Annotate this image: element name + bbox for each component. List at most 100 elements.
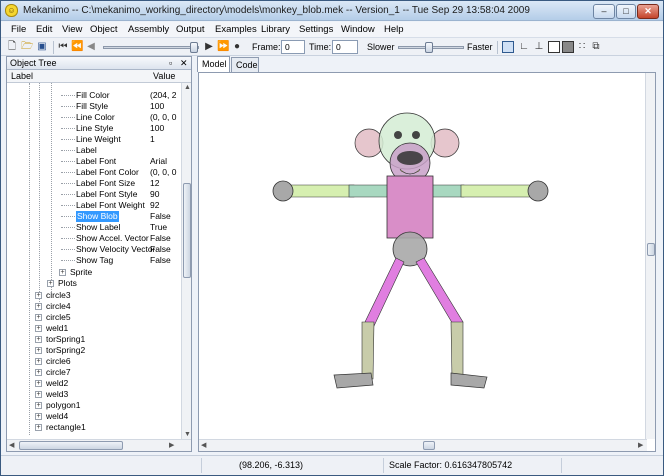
grid-snap-icon[interactable]: [502, 41, 514, 53]
property-value[interactable]: False: [150, 233, 171, 244]
property-row[interactable]: Label Font Color (0, 0, 0: [7, 167, 181, 178]
play-icon[interactable]: ▶: [203, 41, 215, 53]
expand-icon[interactable]: +: [35, 391, 42, 398]
property-row[interactable]: Show Blob False: [7, 211, 181, 222]
title-bar[interactable]: ☺ Mekanimo -- C:\mekanimo_working_direct…: [1, 1, 663, 21]
property-row[interactable]: Label Font Weight 92: [7, 200, 181, 211]
menu-library[interactable]: Library: [261, 24, 290, 35]
property-row[interactable]: Show Tag False: [7, 255, 181, 266]
expand-icon[interactable]: +: [35, 292, 42, 299]
tree-node[interactable]: + circle3: [7, 290, 177, 301]
menu-object[interactable]: Object: [90, 24, 117, 35]
expand-icon[interactable]: +: [59, 269, 66, 276]
expand-icon[interactable]: +: [47, 280, 54, 287]
minimize-button[interactable]: –: [593, 4, 615, 19]
property-row[interactable]: Label Font Size 12: [7, 178, 181, 189]
tree-vscroll-thumb[interactable]: [183, 183, 191, 278]
property-value[interactable]: (204, 2: [150, 90, 176, 101]
canvas-vscroll-thumb[interactable]: [647, 243, 655, 256]
property-row[interactable]: Line Style 100: [7, 123, 181, 134]
expand-icon[interactable]: +: [35, 325, 42, 332]
tree-node[interactable]: + weld3: [7, 389, 177, 400]
menu-help[interactable]: Help: [384, 24, 404, 35]
close-panel-icon[interactable]: ✕: [180, 58, 188, 69]
property-value[interactable]: False: [150, 211, 171, 222]
column-label[interactable]: Label: [11, 71, 33, 81]
tree-node[interactable]: + rectangle1: [7, 422, 177, 433]
time-field[interactable]: 0: [332, 40, 358, 54]
tab-model[interactable]: Model: [197, 56, 230, 72]
play-backward-icon[interactable]: ◀: [85, 41, 97, 53]
property-value[interactable]: Arial: [150, 156, 167, 167]
canvas-vertical-scrollbar[interactable]: [645, 73, 655, 439]
maximize-button[interactable]: □: [616, 4, 636, 19]
tree-node[interactable]: + circle4: [7, 301, 177, 312]
property-row[interactable]: Show Label True: [7, 222, 181, 233]
property-row[interactable]: Label: [7, 145, 181, 156]
expand-icon[interactable]: +: [35, 358, 42, 365]
tab-code[interactable]: Code: [231, 57, 259, 72]
step-back-icon[interactable]: ⏪: [71, 41, 83, 53]
scroll-right-icon[interactable]: ▶: [169, 441, 174, 449]
scroll-up-icon[interactable]: ▲: [184, 84, 191, 91]
expand-icon[interactable]: +: [35, 314, 42, 321]
property-row[interactable]: Line Color (0, 0, 0: [7, 112, 181, 123]
tree-node[interactable]: + circle6: [7, 356, 177, 367]
menu-file[interactable]: File: [11, 24, 26, 35]
menu-assembly[interactable]: Assembly: [128, 24, 169, 35]
tree-node[interactable]: + weld4: [7, 411, 177, 422]
menu-window[interactable]: Window: [341, 24, 375, 35]
property-row[interactable]: Show Accel. Vector False: [7, 233, 181, 244]
frame-slider-track[interactable]: [103, 46, 199, 49]
property-value[interactable]: True: [150, 222, 167, 233]
new-file-icon[interactable]: 🗋: [6, 41, 18, 53]
canvas-hscroll-thumb[interactable]: [423, 441, 435, 450]
dots-grid-icon[interactable]: ∷: [576, 41, 588, 53]
property-value[interactable]: (0, 0, 0: [150, 167, 176, 178]
save-icon[interactable]: ▣: [36, 41, 48, 53]
tree-node[interactable]: + weld1: [7, 323, 177, 334]
property-row[interactable]: Label Font Arial: [7, 156, 181, 167]
axes-icon[interactable]: ∟: [518, 41, 530, 53]
close-button[interactable]: ✕: [637, 4, 659, 19]
expand-icon[interactable]: +: [35, 303, 42, 310]
expand-icon[interactable]: +: [35, 336, 42, 343]
canvas-horizontal-scrollbar[interactable]: ◀ ▶: [199, 439, 647, 451]
origin-icon[interactable]: ⊥: [533, 41, 545, 53]
tree-node[interactable]: + circle5: [7, 312, 177, 323]
frame-slider-thumb[interactable]: [190, 42, 198, 53]
monkey-model-drawing[interactable]: [199, 73, 647, 439]
scroll-left-icon[interactable]: ◀: [201, 441, 206, 449]
tree-node-plots[interactable]: + Plots: [7, 278, 177, 289]
tree-horizontal-scrollbar[interactable]: ◀ ▶: [7, 439, 191, 451]
tree-node-sprite[interactable]: + Sprite: [7, 267, 177, 278]
tree-vertical-scrollbar[interactable]: ▲ ▼: [181, 83, 191, 439]
column-value[interactable]: Value: [153, 71, 175, 81]
property-row[interactable]: Fill Color (204, 2: [7, 90, 181, 101]
property-row[interactable]: Line Weight 1: [7, 134, 181, 145]
tree-hscroll-thumb[interactable]: [19, 441, 123, 450]
expand-icon[interactable]: +: [35, 380, 42, 387]
model-canvas[interactable]: ◀ ▶: [198, 72, 656, 452]
menu-edit[interactable]: Edit: [36, 24, 52, 35]
property-value[interactable]: (0, 0, 0: [150, 112, 176, 123]
property-value[interactable]: 100: [150, 101, 164, 112]
scroll-down-icon[interactable]: ▼: [184, 431, 191, 438]
expand-icon[interactable]: +: [35, 424, 42, 431]
menu-view[interactable]: View: [62, 24, 82, 35]
dock-icon[interactable]: ▫: [169, 58, 172, 68]
property-row[interactable]: Fill Style 100: [7, 101, 181, 112]
menu-settings[interactable]: Settings: [299, 24, 333, 35]
tile-windows-icon[interactable]: ⧉: [590, 41, 602, 53]
square-icon[interactable]: [548, 41, 560, 53]
scroll-right-icon[interactable]: ▶: [638, 441, 643, 449]
frame-field[interactable]: 0: [281, 40, 305, 54]
record-icon[interactable]: ●: [231, 41, 243, 53]
property-value[interactable]: 90: [150, 189, 159, 200]
property-value[interactable]: False: [150, 255, 171, 266]
filled-square-icon[interactable]: [562, 41, 574, 53]
tree-node[interactable]: + polygon1: [7, 400, 177, 411]
menu-examples[interactable]: Examples: [215, 24, 257, 35]
property-value[interactable]: False: [150, 244, 171, 255]
tree-node[interactable]: + torSpring1: [7, 334, 177, 345]
